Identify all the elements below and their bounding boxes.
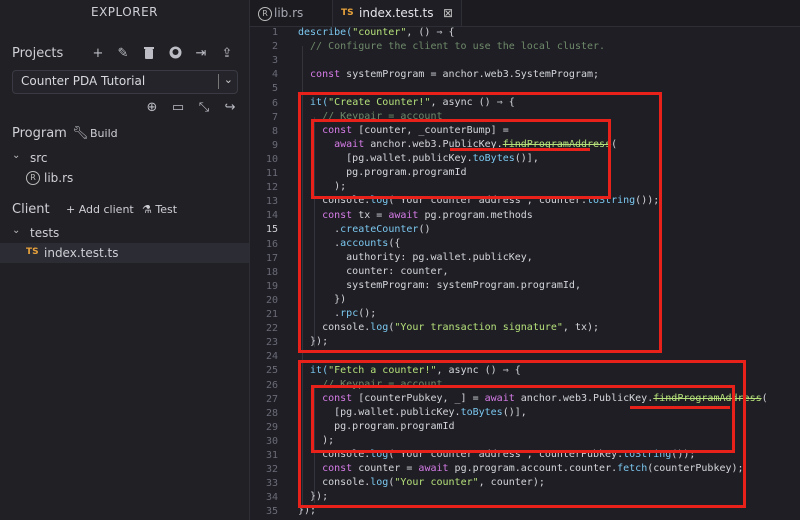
editor-tab-bar: R lib.rs TS index.test.ts ⊠ bbox=[250, 0, 800, 27]
line-number: 18 bbox=[265, 266, 278, 278]
typescript-icon: TS bbox=[26, 247, 39, 257]
project-select[interactable]: Counter PDA Tutorial ⌄ bbox=[12, 70, 238, 94]
code-token: , () ⇒ { bbox=[406, 27, 455, 38]
chevron-down-icon: ⌄ bbox=[12, 150, 21, 161]
code-token: describe( bbox=[298, 27, 353, 38]
line-number: 31 bbox=[265, 450, 278, 461]
rename-icon[interactable]: ✎ bbox=[115, 46, 131, 62]
annotation-box-find-pda bbox=[311, 119, 611, 199]
collapse-icon[interactable]: ⤡ bbox=[196, 100, 212, 116]
test-button[interactable]: ⚗ Test bbox=[142, 203, 177, 216]
tab-label: index.test.ts bbox=[359, 6, 434, 20]
projects-label: Projects bbox=[12, 46, 64, 61]
chevron-down-icon: ⌄ bbox=[223, 73, 233, 86]
plus-icon[interactable]: + bbox=[90, 46, 106, 62]
tree-file-index-test-ts[interactable]: TS index.test.ts bbox=[0, 243, 249, 263]
code-token: ( bbox=[761, 393, 768, 404]
line-number: 13 bbox=[265, 196, 278, 208]
wrench-icon[interactable]: 🔧︎ bbox=[72, 126, 89, 142]
line-number: 34 bbox=[265, 492, 278, 504]
chevron-down-icon: ⌄ bbox=[12, 225, 21, 236]
line-number: 14 bbox=[265, 210, 278, 222]
folder-label: src bbox=[30, 151, 48, 165]
tree-file-lib-rs[interactable]: R lib.rs bbox=[0, 168, 249, 188]
line-number: 17 bbox=[265, 252, 278, 264]
trash-icon[interactable] bbox=[141, 46, 157, 62]
annotation-underline bbox=[450, 148, 590, 151]
file-label: index.test.ts bbox=[44, 246, 119, 260]
code-editor[interactable]: 1 2 3 4 5 6 7 8 9 10 11 12 13 14 15 16 17 18 19 20 21 22 23 24 2… bbox=[250, 27, 800, 520]
line-number: 33 bbox=[265, 478, 278, 490]
line-number: 27 bbox=[265, 393, 278, 405]
project-select-value: Counter PDA Tutorial bbox=[21, 74, 146, 88]
client-label: Client bbox=[12, 202, 50, 217]
explorer-sidebar: EXPLORER Projects + ✎ ⇥ ⇪ Counter PDA Tu… bbox=[0, 0, 250, 520]
line-number: 9 bbox=[271, 139, 278, 151]
line-number: 19 bbox=[265, 280, 278, 292]
line-number: 3 bbox=[271, 55, 278, 67]
line-number: 7 bbox=[271, 111, 278, 123]
line-number: 20 bbox=[265, 294, 278, 306]
line-number: 30 bbox=[265, 435, 278, 447]
line-number: 5 bbox=[271, 83, 278, 95]
annotation-underline bbox=[630, 406, 730, 409]
github-icon[interactable] bbox=[167, 46, 183, 62]
tree-folder-tests[interactable]: ⌄ tests bbox=[0, 223, 249, 243]
line-number: 8 bbox=[271, 125, 278, 137]
line-number: 6 bbox=[271, 97, 278, 109]
tab-index-test-ts[interactable]: TS index.test.ts ⊠ bbox=[332, 0, 462, 26]
folder-label: tests bbox=[30, 226, 60, 240]
line-number: 12 bbox=[265, 182, 278, 194]
line-number: 29 bbox=[265, 421, 278, 433]
add-client-label: Add client bbox=[78, 203, 134, 216]
code-token: "counter" bbox=[352, 27, 407, 38]
file-label: lib.rs bbox=[44, 171, 74, 185]
add-client-button[interactable]: + Add client bbox=[66, 203, 134, 216]
rust-icon: R bbox=[258, 7, 272, 21]
line-number: 21 bbox=[265, 309, 278, 320]
line-number: 16 bbox=[265, 238, 278, 250]
line-number: 32 bbox=[265, 464, 278, 476]
line-number: 15 bbox=[265, 224, 278, 236]
line-number: 10 bbox=[265, 153, 278, 165]
import-icon[interactable]: ⇥ bbox=[193, 46, 209, 62]
close-icon[interactable]: ⊠ bbox=[443, 6, 453, 20]
test-label: Test bbox=[155, 203, 178, 216]
line-number: 24 bbox=[265, 351, 278, 363]
typescript-icon: TS bbox=[341, 8, 354, 18]
code-token: systemProgram = anchor.web3.SystemProgra… bbox=[340, 69, 600, 80]
line-number: 28 bbox=[265, 407, 278, 419]
line-number: 25 bbox=[265, 365, 278, 377]
flask-icon: ⚗ bbox=[142, 203, 156, 216]
line-number: 11 bbox=[265, 168, 278, 179]
line-number: 2 bbox=[271, 41, 278, 53]
tab-label: lib.rs bbox=[274, 6, 304, 20]
tab-lib-rs[interactable]: R lib.rs bbox=[250, 0, 330, 26]
tree-folder-src[interactable]: ⌄ src bbox=[0, 148, 249, 168]
plus-icon: + bbox=[66, 203, 79, 216]
annotation-box-find-pda-2 bbox=[311, 385, 735, 453]
code-token: const bbox=[298, 69, 341, 80]
select-separator bbox=[218, 74, 219, 89]
line-number: 23 bbox=[265, 337, 278, 349]
code-line-1: describe("counter", () ⇒ { bbox=[298, 27, 455, 38]
line-number: 22 bbox=[265, 323, 278, 335]
program-label: Program bbox=[12, 126, 67, 141]
line-number: 4 bbox=[271, 69, 278, 81]
build-button[interactable]: Build bbox=[90, 127, 118, 140]
new-folder-icon[interactable]: ▭ bbox=[170, 100, 186, 116]
share-icon[interactable]: ⇪ bbox=[219, 46, 235, 62]
new-file-icon[interactable]: ⊕ bbox=[144, 100, 160, 116]
line-number: 35 bbox=[265, 506, 278, 518]
explorer-title: EXPLORER bbox=[91, 5, 158, 19]
rust-icon: R bbox=[26, 171, 40, 185]
export-icon[interactable]: ↪ bbox=[222, 100, 238, 116]
line-number: 26 bbox=[265, 379, 278, 391]
code-line-4: const systemProgram = anchor.web3.System… bbox=[298, 69, 599, 80]
code-line-2: // Configure the client to use the local… bbox=[298, 41, 606, 52]
line-number: 1 bbox=[271, 27, 278, 38]
